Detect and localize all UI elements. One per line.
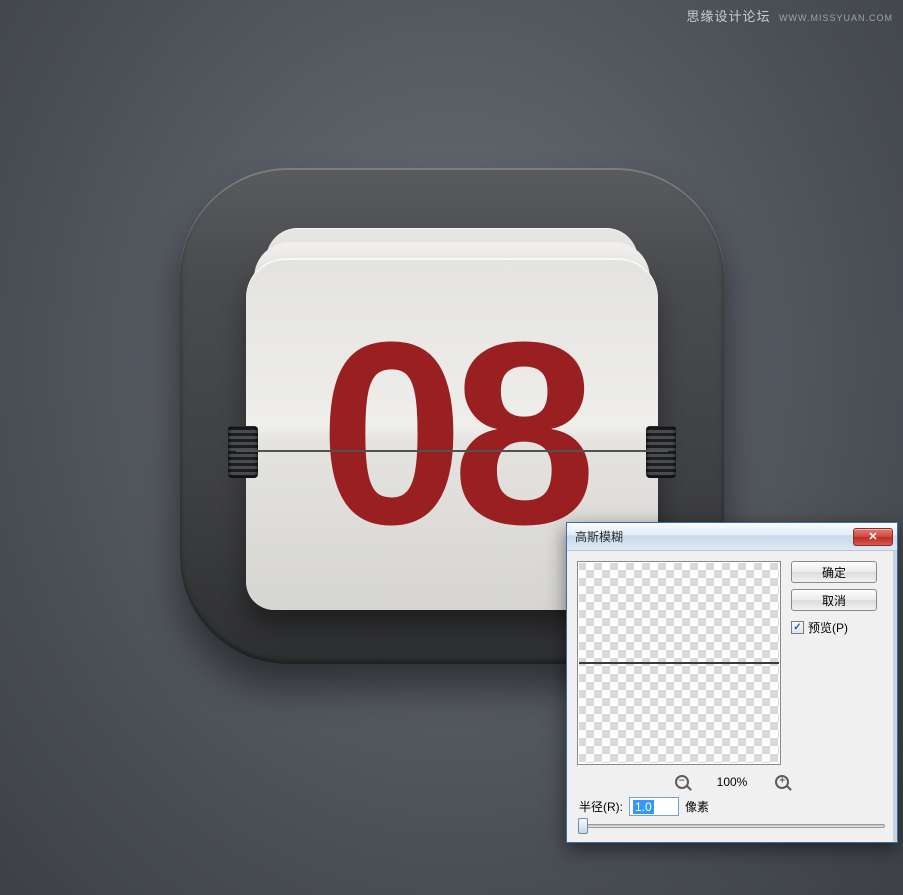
zoom-out-icon[interactable]: − — [675, 775, 689, 789]
preview-checkbox-label: 预览(P) — [808, 619, 848, 636]
radius-row: 半径(R): 1.0 像素 — [567, 793, 897, 820]
close-button[interactable]: ✕ — [853, 528, 893, 546]
spindle-left — [228, 426, 258, 478]
dialog-right-pane: 确定 取消 ✓ 预览(P) — [791, 561, 877, 765]
zoom-row: − 100% + — [567, 775, 897, 793]
cancel-button-label: 取消 — [822, 592, 846, 609]
checkbox-icon: ✓ — [791, 621, 804, 634]
radius-slider-row — [567, 820, 897, 842]
radius-unit: 像素 — [685, 798, 709, 815]
dialog-title: 高斯模糊 — [575, 528, 623, 545]
watermark-title: 思缘设计论坛 — [687, 9, 771, 24]
spindle-right — [646, 426, 676, 478]
radius-slider[interactable] — [579, 824, 885, 828]
ok-button[interactable]: 确定 — [791, 561, 877, 583]
dialog-titlebar[interactable]: 高斯模糊 ✕ — [567, 523, 897, 551]
vertical-scrollbar[interactable] — [893, 551, 897, 842]
radius-label: 半径(R): — [579, 798, 623, 815]
radius-input[interactable]: 1.0 — [629, 797, 679, 816]
preview-canvas[interactable] — [577, 561, 781, 765]
zoom-percent: 100% — [717, 775, 748, 789]
close-icon: ✕ — [868, 530, 877, 543]
watermark-url: WWW.MISSYUAN.COM — [779, 13, 893, 23]
radius-value: 1.0 — [633, 800, 654, 814]
flip-split-line — [236, 450, 668, 452]
zoom-in-icon[interactable]: + — [775, 775, 789, 789]
preview-checkbox[interactable]: ✓ 预览(P) — [791, 619, 877, 636]
watermark: 思缘设计论坛 WWW.MISSYUAN.COM — [687, 6, 893, 26]
dialog-body: 确定 取消 ✓ 预览(P) — [567, 551, 897, 775]
slider-thumb[interactable] — [578, 818, 588, 834]
cancel-button[interactable]: 取消 — [791, 589, 877, 611]
gaussian-blur-dialog: 高斯模糊 ✕ 确定 取消 ✓ 预览(P) − 100% + 半径(R): 1.0 — [566, 522, 898, 843]
ok-button-label: 确定 — [822, 564, 846, 581]
